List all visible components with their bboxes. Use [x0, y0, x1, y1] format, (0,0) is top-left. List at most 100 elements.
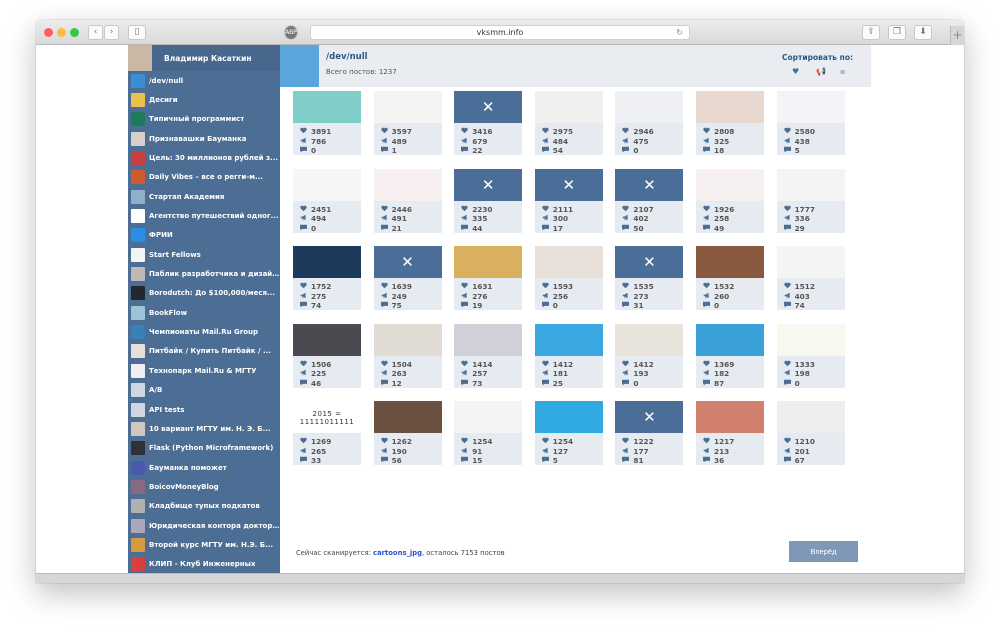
post-card[interactable]: ✕ 2107 402 50	[615, 168, 684, 233]
post-card[interactable]: 1777 336 29	[776, 168, 845, 233]
post-thumbnail[interactable]	[293, 91, 361, 123]
reload-icon[interactable]: ↻	[676, 26, 683, 40]
sidebar-item[interactable]: 10 вариант МГТУ им. Н. Э. Б...	[128, 419, 280, 438]
forward-button[interactable]: ›	[104, 25, 119, 40]
post-thumbnail[interactable]	[454, 323, 523, 356]
post-card[interactable]: ✕ 1222 177 81	[615, 401, 684, 465]
deleted-post-thumbnail[interactable]: ✕	[454, 168, 523, 201]
post-card[interactable]: 2580 438 5	[776, 91, 845, 155]
deleted-post-thumbnail[interactable]: ✕	[534, 168, 603, 201]
post-card[interactable]: 1926 258 49	[696, 168, 764, 233]
post-thumbnail[interactable]: 2015 = 11111011111	[293, 401, 361, 433]
post-thumbnail[interactable]	[293, 246, 361, 278]
post-thumbnail[interactable]	[776, 246, 845, 278]
post-card[interactable]: 3891 786 0	[293, 91, 361, 155]
next-button[interactable]: Вперёд	[789, 541, 858, 562]
post-card[interactable]: ✕ 2111 300 17	[534, 168, 603, 233]
group-name[interactable]: /dev/null	[326, 52, 368, 62]
post-card[interactable]: ✕ 1535 273 31	[615, 246, 684, 310]
post-card[interactable]: ✕ 2230 335 44	[454, 168, 523, 233]
sidebar-item[interactable]: Паблик разработчика и дизай...	[128, 264, 280, 283]
deleted-post-thumbnail[interactable]: ✕	[615, 246, 684, 278]
post-card[interactable]: 1631 276 19	[454, 246, 523, 310]
post-card[interactable]: 1532 260 0	[696, 246, 764, 310]
post-thumbnail[interactable]	[776, 401, 845, 433]
post-thumbnail[interactable]	[776, 323, 845, 356]
post-card[interactable]: 1210 201 67	[776, 401, 845, 465]
deleted-post-thumbnail[interactable]: ✕	[373, 246, 442, 278]
post-thumbnail[interactable]	[696, 323, 764, 356]
post-thumbnail[interactable]	[534, 323, 603, 356]
tabs-icon[interactable]: ❐	[888, 25, 906, 40]
sidebar-item[interactable]: BoicovMoneyBlog	[128, 477, 280, 496]
sidebar-item[interactable]: Бауманка поможет	[128, 458, 280, 477]
post-thumbnail[interactable]	[534, 401, 603, 433]
sidebar-item[interactable]: КЛИП - Клуб Инженерных	[128, 555, 280, 574]
sort-by-comments-icon[interactable]: ▪	[840, 67, 845, 76]
post-card[interactable]: 2015 = 11111011111 1269 265 33	[293, 401, 361, 465]
sidebar-item[interactable]: Чемпионаты Mail.Ru Group	[128, 322, 280, 341]
sidebar-item[interactable]: Flask (Python Microframework)	[128, 439, 280, 458]
post-card[interactable]: 1504 263 12	[373, 323, 442, 388]
sidebar-toggle-icon[interactable]: ▯	[128, 25, 146, 40]
sidebar-item[interactable]: Юридическая контора доктора...	[128, 516, 280, 535]
deleted-post-thumbnail[interactable]: ✕	[615, 401, 684, 433]
post-card[interactable]: 1254 91 15	[454, 401, 523, 465]
post-card[interactable]: 2451 494 0	[293, 168, 361, 233]
sidebar-item[interactable]: Borodutch: До $100,000/меся...	[128, 284, 280, 303]
post-thumbnail[interactable]	[696, 401, 764, 433]
back-button[interactable]: ‹	[88, 25, 103, 40]
post-card[interactable]: 1262 190 56	[373, 401, 442, 465]
post-thumbnail[interactable]	[454, 246, 523, 278]
post-card[interactable]: 1512 403 74	[776, 246, 845, 310]
post-thumbnail[interactable]	[776, 91, 845, 123]
post-thumbnail[interactable]	[373, 91, 442, 123]
post-card[interactable]: 1217 213 36	[696, 401, 764, 465]
post-card[interactable]: ✕ 3416 679 22	[454, 91, 523, 155]
sidebar-item[interactable]: Второй курс МГТУ им. Н.Э. Б...	[128, 535, 280, 554]
zoom-window-button[interactable]	[70, 28, 79, 37]
post-card[interactable]: 1752 275 74	[293, 246, 361, 310]
sidebar-item[interactable]: A/B	[128, 381, 280, 400]
sidebar-item[interactable]: Десиги	[128, 90, 280, 109]
post-card[interactable]: 1412 193 0	[615, 323, 684, 388]
post-thumbnail[interactable]	[293, 168, 361, 201]
post-thumbnail[interactable]	[776, 168, 845, 201]
user-profile[interactable]: Владимир Касаткин	[128, 45, 280, 71]
post-card[interactable]: 2975 484 54	[534, 91, 603, 155]
post-card[interactable]: 2446 491 21	[373, 168, 442, 233]
sidebar-item[interactable]: Цель: 30 миллионов рублей з...	[128, 148, 280, 167]
post-thumbnail[interactable]	[373, 168, 442, 201]
post-card[interactable]: 1333 198 0	[776, 323, 845, 388]
address-bar[interactable]: vksmm.info ↻	[310, 25, 690, 40]
post-card[interactable]: 1506 225 46	[293, 323, 361, 388]
post-thumbnail[interactable]	[293, 323, 361, 356]
scanning-group-link[interactable]: cartoons_jpg	[373, 549, 422, 557]
post-thumbnail[interactable]	[696, 91, 764, 123]
sidebar-item[interactable]: Daily Vibes – все о регги-м...	[128, 168, 280, 187]
downloads-icon[interactable]: ⬇	[914, 25, 932, 40]
post-thumbnail[interactable]	[615, 91, 684, 123]
sidebar-item[interactable]: Агентство путешествий одног...	[128, 206, 280, 225]
sort-by-likes-heart-icon[interactable]: ♥	[792, 67, 799, 76]
sidebar-item[interactable]: ФРИИ	[128, 226, 280, 245]
sidebar-item[interactable]: Признавашки Бауманка	[128, 129, 280, 148]
adblock-icon[interactable]: ABP	[284, 25, 298, 40]
sidebar-item[interactable]: Кладбище тупых подкатов	[128, 497, 280, 516]
post-thumbnail[interactable]	[534, 246, 603, 278]
post-card[interactable]: ✕ 1639 249 75	[373, 246, 442, 310]
post-card[interactable]: 3597 489 1	[373, 91, 442, 155]
post-card[interactable]: 1593 256 0	[534, 246, 603, 310]
sidebar-item[interactable]: BookFlow	[128, 303, 280, 322]
post-thumbnail[interactable]	[696, 168, 764, 201]
sidebar-item[interactable]: Типичный программист	[128, 110, 280, 129]
sidebar-item[interactable]: /dev/null	[128, 71, 280, 90]
share-icon[interactable]: ⇪	[862, 25, 880, 40]
post-thumbnail[interactable]	[373, 401, 442, 433]
post-thumbnail[interactable]	[454, 401, 523, 433]
post-thumbnail[interactable]	[373, 323, 442, 356]
sort-by-reposts-megaphone-icon[interactable]: 📢	[816, 67, 826, 76]
sidebar-item[interactable]: API tests	[128, 400, 280, 419]
post-card[interactable]: 1412 181 25	[534, 323, 603, 388]
post-card[interactable]: 1254 127 5	[534, 401, 603, 465]
